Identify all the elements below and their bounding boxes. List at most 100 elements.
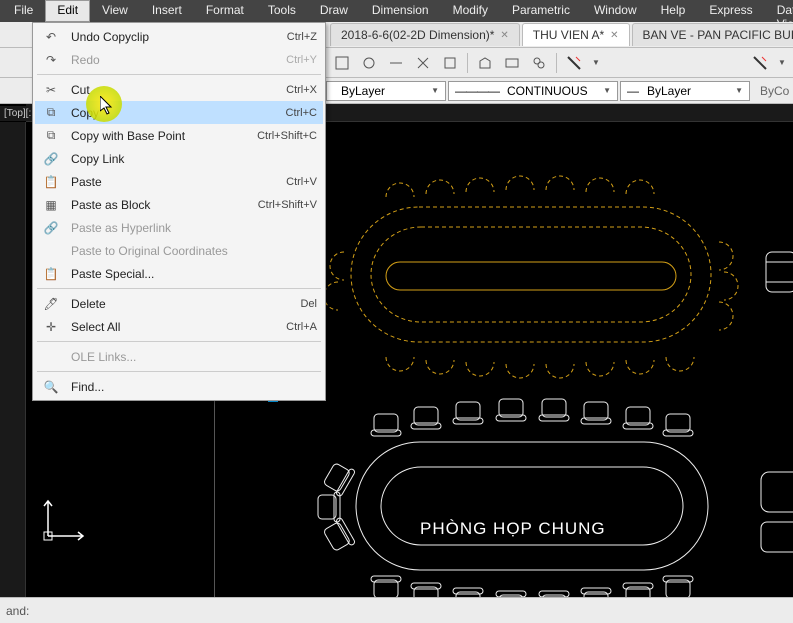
room-label: PHÒNG HỌP CHUNG [420, 519, 606, 539]
copy-base-icon: ⧉ [41, 127, 61, 145]
edit-menu: ↶Undo CopyclipCtrl+Z↷RedoCtrl+Y✂CutCtrl+… [32, 22, 326, 401]
menu-view[interactable]: View [90, 0, 140, 22]
lineweight-label: ByLayer [647, 84, 691, 98]
color-label: ByLayer [341, 84, 385, 98]
menu-format[interactable]: Format [194, 0, 256, 22]
menu-item-copy[interactable]: ⧉CopyCtrl+C [35, 101, 323, 124]
menu-item-label: Select All [71, 320, 276, 334]
menu-item-shortcut: Ctrl+C [286, 107, 317, 119]
menu-item-label: Copy with Base Point [71, 129, 247, 143]
tool-btn[interactable] [357, 51, 381, 75]
tool-btn[interactable] [500, 51, 524, 75]
redo-icon: ↷ [41, 51, 61, 69]
menu-item-label: Paste [71, 175, 276, 189]
linetype-preview: ———— [455, 84, 499, 98]
menu-window[interactable]: Window [582, 0, 649, 22]
menu-tools[interactable]: Tools [256, 0, 308, 22]
menu-item-label: Paste Special... [71, 267, 307, 281]
menu-item-cut[interactable]: ✂CutCtrl+X [35, 78, 323, 101]
menu-item-shortcut: Ctrl+Z [287, 31, 317, 43]
menu-item-label: Delete [71, 297, 290, 311]
tool-btn[interactable] [411, 51, 435, 75]
tool-btn[interactable] [562, 51, 586, 75]
menu-dimension[interactable]: Dimension [360, 0, 441, 22]
menu-item-label: Undo Copyclip [71, 30, 277, 44]
menu-item-select-all[interactable]: ✛ Select All Ctrl+A [35, 315, 323, 338]
menu-item-label: Cut [71, 83, 276, 97]
select-all-icon: ✛ [41, 318, 61, 336]
menu-divider [37, 341, 321, 342]
tab-label: 2018-6-6(02-2D Dimension)* [341, 28, 494, 42]
menu-item-copy-with-base-point[interactable]: ⧉ Copy with Base Point Ctrl+Shift+C [35, 124, 323, 147]
menu-item-label: Paste to Original Coordinates [71, 244, 307, 258]
tab-label: BAN VE - PAN PACIFIC BUILDING - [643, 28, 793, 42]
menu-item-label: OLE Links... [71, 350, 307, 364]
menu-modify[interactable]: Modify [441, 0, 500, 22]
menu-data-view[interactable]: Data View [765, 0, 793, 22]
tool-btn-dropdown[interactable]: ▼ [775, 51, 789, 75]
menu-item-paste-special[interactable]: 📋 Paste Special... [35, 262, 323, 285]
menu-item-undo-copyclip[interactable]: ↶Undo CopyclipCtrl+Z [35, 25, 323, 48]
menu-help[interactable]: Help [649, 0, 698, 22]
status-text: and: [6, 604, 29, 618]
ruler-vertical: [Top][: [0, 122, 26, 597]
tool-btn[interactable] [330, 51, 354, 75]
menu-file[interactable]: File [2, 0, 45, 22]
lineweight-dropdown[interactable]: — ByLayer ▼ [620, 81, 750, 101]
menu-item-shortcut: Ctrl+Shift+C [257, 130, 317, 142]
menu-item-label: Paste as Block [71, 198, 248, 212]
menu-item-paste[interactable]: 📋PasteCtrl+V [35, 170, 323, 193]
menu-item-shortcut: Ctrl+A [286, 321, 317, 333]
tool-btn[interactable] [748, 51, 772, 75]
close-icon[interactable]: ✕ [610, 30, 618, 41]
linetype-label: CONTINUOUS [507, 84, 588, 98]
chevron-down-icon: ▼ [603, 86, 611, 95]
menu-item-label: Redo [71, 53, 276, 67]
menu-item-find[interactable]: 🔍 Find... [35, 375, 323, 398]
document-tab[interactable]: 2018-6-6(02-2D Dimension)* ✕ [330, 23, 520, 46]
menu-item-ole-links: OLE Links... [35, 345, 323, 368]
menu-express[interactable]: Express [697, 0, 764, 22]
plotstyle-label: ByCo [752, 84, 789, 98]
menu-item-redo: ↷ Redo Ctrl+Y [35, 48, 323, 71]
copy-icon: ⧉ [41, 104, 61, 122]
menu-item-label: Copy Link [71, 152, 307, 166]
menu-item-label: Find... [71, 380, 307, 394]
paste-special-icon: 📋 [41, 265, 61, 283]
menu-divider [37, 288, 321, 289]
menu-item-shortcut: Ctrl+Y [286, 54, 317, 66]
lineweight-preview: — [627, 84, 639, 98]
document-tab[interactable]: BAN VE - PAN PACIFIC BUILDING -✕ [632, 23, 793, 46]
paste-block-icon: ▦ [41, 196, 61, 214]
tool-btn-dropdown[interactable]: ▼ [589, 51, 603, 75]
chevron-down-icon: ▼ [431, 86, 439, 95]
find-icon: 🔍 [41, 378, 61, 396]
menu-item-paste-as-block[interactable]: ▦ Paste as Block Ctrl+Shift+V [35, 193, 323, 216]
copy-link-icon: 🔗 [41, 150, 61, 168]
menu-edit[interactable]: Edit [45, 0, 90, 22]
menu-item-paste-to-original-coordinates: Paste to Original Coordinates [35, 239, 323, 262]
linetype-dropdown[interactable]: ———— CONTINUOUS ▼ [448, 81, 618, 101]
tab-label: THU VIEN A* [533, 28, 604, 42]
menu-item-delete[interactable]: 🖊DeleteDel [35, 292, 323, 315]
menu-parametric[interactable]: Parametric [500, 0, 582, 22]
tool-btn[interactable] [384, 51, 408, 75]
paste-icon: 📋 [41, 173, 61, 191]
menu-divider [37, 74, 321, 75]
delete-icon: 🖊 [41, 295, 61, 313]
tool-btn[interactable] [438, 51, 462, 75]
menu-divider [37, 371, 321, 372]
color-dropdown[interactable]: ByLayer ▼ [326, 81, 446, 101]
menu-item-copy-link[interactable]: 🔗 Copy Link [35, 147, 323, 170]
tool-btn[interactable] [527, 51, 551, 75]
menu-item-shortcut: Ctrl+Shift+V [258, 199, 317, 211]
menu-item-shortcut: Ctrl+X [286, 84, 317, 96]
close-icon[interactable]: ✕ [500, 30, 508, 41]
tool-btn[interactable] [473, 51, 497, 75]
menu-item-label: Paste as Hyperlink [71, 221, 307, 235]
document-tab[interactable]: THU VIEN A* ✕ [522, 23, 630, 46]
menu-insert[interactable]: Insert [140, 0, 194, 22]
status-bar: and: [0, 597, 793, 623]
menu-draw[interactable]: Draw [308, 0, 360, 22]
menubar: FileEditViewInsertFormatToolsDrawDimensi… [0, 0, 793, 22]
